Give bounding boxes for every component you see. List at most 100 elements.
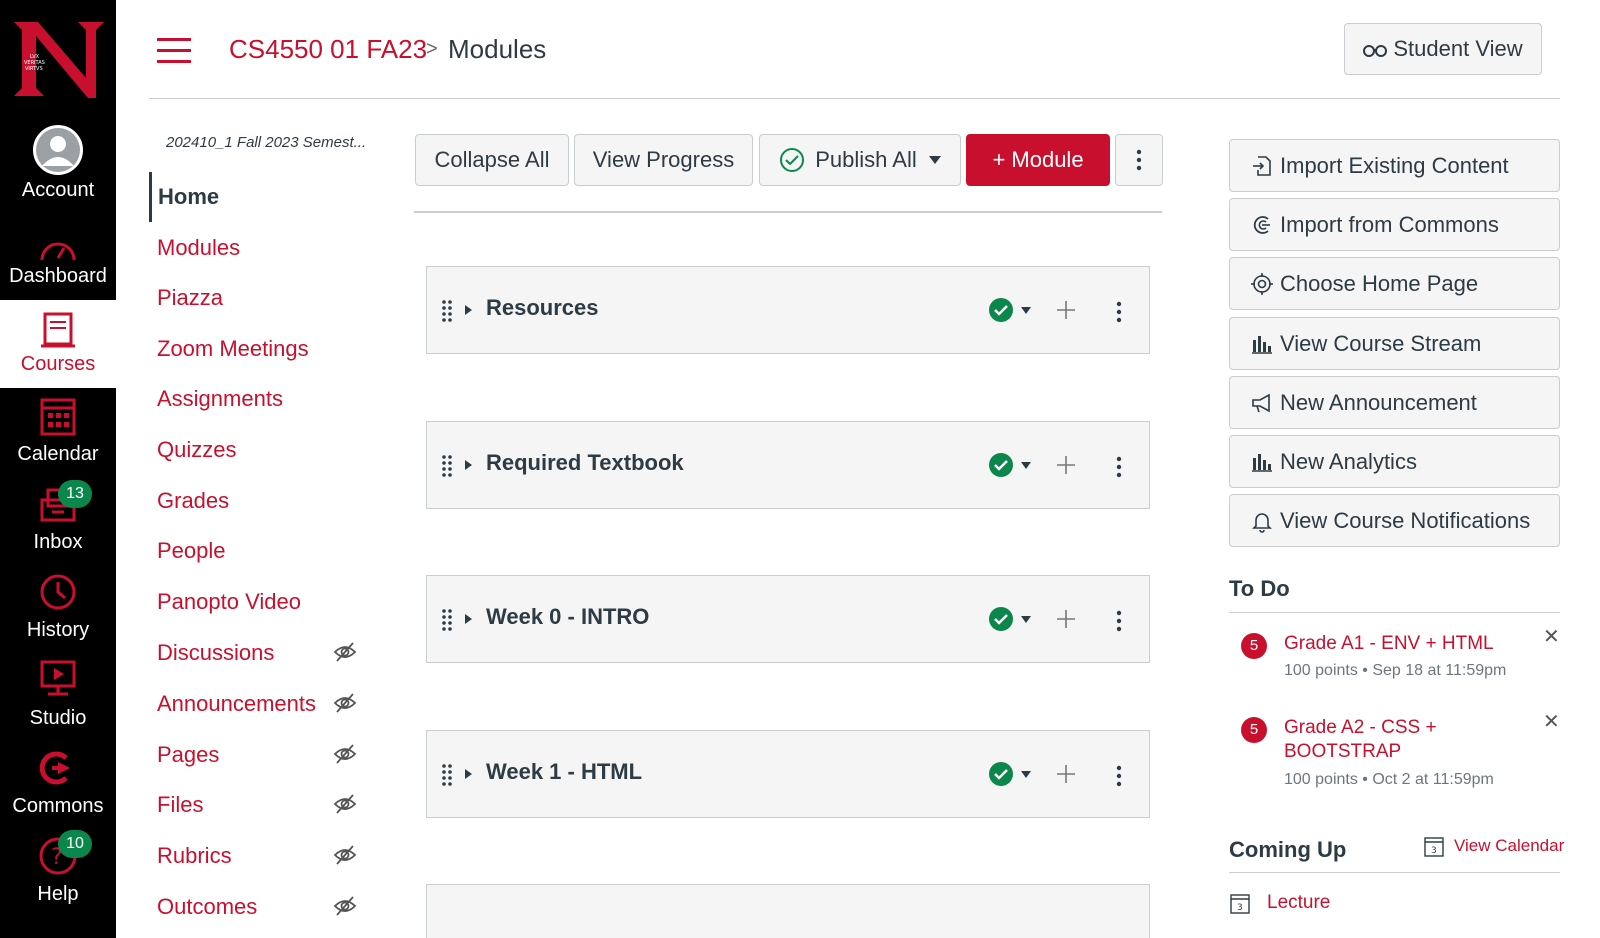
- published-check-icon[interactable]: [988, 297, 1014, 323]
- nav-help[interactable]: ? 10 Help: [0, 828, 116, 912]
- course-nav-people[interactable]: People: [149, 526, 379, 576]
- import-from-commons-button[interactable]: Import from Commons: [1229, 198, 1560, 251]
- todo-count-badge: 5: [1241, 717, 1267, 743]
- course-nav-files[interactable]: Files: [149, 780, 379, 830]
- course-nav-announcements[interactable]: Announcements: [149, 679, 379, 729]
- course-nav-panopto-video[interactable]: Panopto Video: [149, 577, 379, 627]
- course-nav-assignments[interactable]: Assignments: [149, 374, 379, 424]
- add-module-button[interactable]: + Module: [966, 134, 1110, 186]
- add-item-icon[interactable]: [1056, 609, 1076, 629]
- expand-arrow-icon[interactable]: [465, 460, 472, 470]
- breadcrumb-separator: >: [426, 38, 438, 60]
- module-header[interactable]: Week 1 - HTML: [426, 730, 1150, 818]
- calendar-icon: 3: [1424, 837, 1444, 857]
- module-options-icon[interactable]: [1116, 301, 1122, 323]
- coming-up-heading: Coming Up: [1229, 837, 1347, 862]
- import-from-commons-label: Import from Commons: [1280, 211, 1499, 237]
- module-header[interactable]: [426, 884, 1150, 938]
- course-nav-quizzes[interactable]: Quizzes: [149, 425, 379, 475]
- coming-up-divider: [1229, 872, 1560, 873]
- add-item-icon[interactable]: [1056, 300, 1076, 320]
- course-nav-modules[interactable]: Modules: [149, 223, 379, 273]
- collapse-all-button[interactable]: Collapse All: [415, 134, 569, 186]
- course-nav-grades[interactable]: Grades: [149, 476, 379, 526]
- view-progress-button[interactable]: View Progress: [574, 134, 753, 186]
- toolbar-divider: [414, 211, 1162, 213]
- student-view-button[interactable]: Student View: [1344, 23, 1542, 75]
- module-header[interactable]: Resources: [426, 266, 1150, 354]
- module-title[interactable]: Week 0 - INTRO: [486, 604, 649, 630]
- course-nav-outcomes[interactable]: Outcomes: [149, 882, 379, 932]
- course-nav-home[interactable]: Home: [149, 172, 379, 222]
- add-module-label: + Module: [992, 147, 1084, 172]
- module-header[interactable]: Required Textbook: [426, 421, 1150, 509]
- import-existing-content-button[interactable]: Import Existing Content: [1229, 139, 1560, 192]
- module-title[interactable]: Required Textbook: [486, 450, 684, 476]
- nav-history[interactable]: History: [0, 564, 116, 648]
- expand-arrow-icon[interactable]: [465, 614, 472, 624]
- add-item-icon[interactable]: [1056, 455, 1076, 475]
- target-icon: [1251, 272, 1273, 295]
- course-nav-rubrics[interactable]: Rubrics: [149, 831, 379, 881]
- dashboard-icon: [40, 242, 76, 261]
- drag-handle-icon[interactable]: [441, 608, 453, 632]
- module-title[interactable]: Resources: [486, 295, 599, 321]
- nav-account[interactable]: Account: [0, 124, 116, 208]
- course-nav-discussions[interactable]: Discussions: [149, 628, 379, 678]
- student-view-label: Student View: [1393, 36, 1523, 61]
- course-nav-zoom-meetings[interactable]: Zoom Meetings: [149, 324, 379, 374]
- hamburger-menu-icon[interactable]: [157, 38, 191, 64]
- view-calendar-link[interactable]: 3 View Calendar: [1423, 834, 1564, 858]
- inbox-count-badge: 13: [58, 480, 92, 508]
- published-check-icon[interactable]: [988, 606, 1014, 632]
- todo-item-title[interactable]: Grade A2 - CSS + BOOTSTRAP: [1284, 716, 1524, 764]
- choose-home-page-button[interactable]: Choose Home Page: [1229, 257, 1560, 310]
- breadcrumb-course[interactable]: CS4550 01 FA23: [229, 34, 427, 65]
- nav-courses[interactable]: Courses: [0, 300, 116, 388]
- university-logo[interactable]: LVX VERITAS VIRTVS: [8, 22, 106, 98]
- avatar-icon: [33, 125, 83, 175]
- course-nav-label: Home: [158, 184, 220, 209]
- course-nav-piazza[interactable]: Piazza: [149, 273, 379, 323]
- module-header[interactable]: Week 0 - INTRO: [426, 575, 1150, 663]
- add-item-icon[interactable]: [1056, 764, 1076, 784]
- course-nav-label: Panopto Video: [157, 589, 301, 614]
- drag-handle-icon[interactable]: [441, 763, 453, 787]
- drag-handle-icon[interactable]: [441, 454, 453, 478]
- nav-studio[interactable]: Studio: [0, 652, 116, 736]
- module-options-icon[interactable]: [1116, 456, 1122, 478]
- published-check-icon[interactable]: [988, 761, 1014, 787]
- course-nav-pages[interactable]: Pages: [149, 730, 379, 780]
- coming-up-item[interactable]: 3 Lecture: [1229, 891, 1330, 915]
- view-course-stream-button[interactable]: View Course Stream: [1229, 317, 1560, 370]
- expand-arrow-icon[interactable]: [465, 305, 472, 315]
- publish-caret-icon[interactable]: [1021, 616, 1031, 623]
- more-options-button[interactable]: [1115, 134, 1163, 186]
- module-options-icon[interactable]: [1116, 765, 1122, 787]
- module-title[interactable]: Week 1 - HTML: [486, 759, 642, 785]
- dismiss-todo-close-icon[interactable]: ✕: [1543, 624, 1560, 649]
- publish-caret-icon[interactable]: [1021, 771, 1031, 778]
- view-course-notifications-button[interactable]: View Course Notifications: [1229, 494, 1560, 547]
- new-analytics-button[interactable]: New Analytics: [1229, 435, 1560, 488]
- publish-all-button[interactable]: Publish All: [759, 134, 961, 186]
- publish-caret-icon[interactable]: [1021, 307, 1031, 314]
- todo-item-title[interactable]: Grade A1 - ENV + HTML: [1284, 632, 1524, 656]
- module-options-icon[interactable]: [1116, 610, 1122, 632]
- import-icon: [1253, 155, 1271, 176]
- nav-commons-label: Commons: [12, 795, 104, 817]
- nav-commons[interactable]: Commons: [0, 740, 116, 824]
- course-nav-label: Grades: [157, 488, 230, 513]
- drag-handle-icon[interactable]: [441, 299, 453, 323]
- kebab-icon: [1136, 149, 1142, 171]
- new-announcement-button[interactable]: New Announcement: [1229, 376, 1560, 429]
- publish-all-label: Publish All: [815, 147, 917, 172]
- dismiss-todo-close-icon[interactable]: ✕: [1543, 709, 1560, 734]
- nav-inbox[interactable]: 13 Inbox: [0, 476, 116, 560]
- course-nav-label: Discussions: [157, 640, 275, 665]
- publish-caret-icon[interactable]: [1021, 462, 1031, 469]
- published-check-icon[interactable]: [988, 452, 1014, 478]
- nav-dashboard[interactable]: Dashboard: [0, 210, 116, 294]
- nav-calendar[interactable]: Calendar: [0, 388, 116, 472]
- expand-arrow-icon[interactable]: [465, 769, 472, 779]
